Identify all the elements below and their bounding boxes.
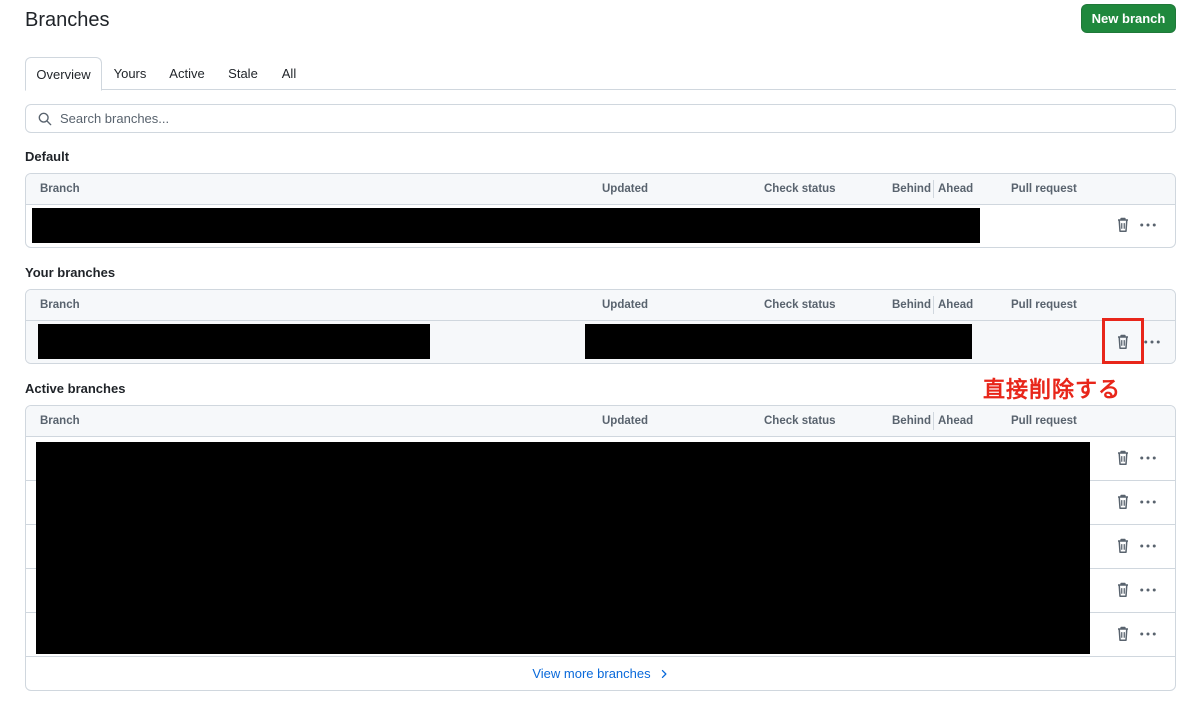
delete-branch-button[interactable]	[1113, 536, 1133, 556]
kebab-horizontal-icon	[1140, 500, 1156, 504]
column-updated: Updated	[602, 299, 648, 311]
column-check-status: Check status	[764, 183, 836, 195]
branch-options-button[interactable]	[1138, 580, 1158, 600]
column-ahead: Ahead	[938, 415, 974, 427]
kebab-horizontal-icon	[1140, 544, 1156, 548]
kebab-horizontal-icon	[1140, 456, 1156, 460]
trash-icon	[1118, 626, 1128, 641]
delete-branch-button[interactable]	[1113, 215, 1133, 235]
branch-filter-tabs: Overview Yours Active Stale All	[25, 57, 1176, 91]
redacted-content	[38, 324, 430, 359]
search-input[interactable]	[60, 111, 1060, 126]
branch-options-button[interactable]	[1138, 448, 1158, 468]
chevron-right-icon	[661, 669, 667, 678]
annotation-highlight-box	[1102, 318, 1144, 364]
trash-icon	[1118, 450, 1128, 465]
column-separator	[933, 180, 934, 198]
redacted-content	[36, 442, 1090, 654]
branch-options-button[interactable]	[1138, 536, 1158, 556]
column-check-status: Check status	[764, 299, 836, 311]
view-more-label: View more branches	[532, 666, 651, 681]
table-row	[26, 321, 1175, 363]
table-row	[26, 205, 1175, 247]
kebab-horizontal-icon	[1140, 632, 1156, 636]
delete-branch-button[interactable]	[1113, 448, 1133, 468]
column-pull-request: Pull request	[1011, 183, 1077, 195]
default-branch-table: Branch Updated Check status Behind Ahead…	[25, 173, 1176, 248]
column-behind: Behind	[892, 299, 931, 311]
column-check-status: Check status	[764, 415, 836, 427]
trash-icon	[1118, 217, 1128, 232]
delete-branch-button[interactable]	[1113, 624, 1133, 644]
column-pull-request: Pull request	[1011, 415, 1077, 427]
kebab-horizontal-icon	[1140, 588, 1156, 592]
kebab-horizontal-icon	[1140, 223, 1156, 227]
table-header: Branch Updated Check status Behind Ahead…	[26, 290, 1175, 321]
new-branch-button[interactable]: New branch	[1081, 4, 1176, 33]
tab-stale[interactable]: Stale	[223, 57, 263, 90]
delete-branch-button[interactable]	[1113, 492, 1133, 512]
trash-icon	[1118, 582, 1128, 597]
column-branch: Branch	[40, 299, 80, 311]
column-behind: Behind	[892, 183, 931, 195]
column-separator	[933, 296, 934, 314]
page-title: Branches	[25, 9, 110, 31]
section-title-active-branches: Active branches	[25, 381, 126, 396]
annotation-text: 直接削除する	[983, 378, 1122, 403]
column-ahead: Ahead	[938, 183, 974, 195]
active-branches-table: Branch Updated Check status Behind Ahead…	[25, 405, 1176, 691]
redacted-content	[585, 324, 972, 359]
delete-branch-button[interactable]	[1113, 580, 1133, 600]
kebab-horizontal-icon	[1144, 340, 1160, 344]
branch-options-button[interactable]	[1138, 215, 1158, 235]
table-header: Branch Updated Check status Behind Ahead…	[26, 406, 1175, 437]
section-title-default: Default	[25, 149, 70, 164]
trash-icon	[1118, 538, 1128, 553]
search-box	[25, 104, 1176, 133]
your-branches-table: Branch Updated Check status Behind Ahead…	[25, 289, 1176, 364]
branch-options-button[interactable]	[1142, 332, 1162, 352]
redacted-content	[32, 208, 980, 243]
column-updated: Updated	[602, 183, 648, 195]
trash-icon	[1118, 494, 1128, 509]
column-ahead: Ahead	[938, 299, 974, 311]
view-more-branches-link[interactable]: View more branches	[26, 656, 1175, 690]
tab-all[interactable]: All	[276, 57, 302, 90]
column-pull-request: Pull request	[1011, 299, 1077, 311]
search-icon	[38, 112, 52, 125]
tab-yours[interactable]: Yours	[107, 57, 153, 90]
column-branch: Branch	[40, 183, 80, 195]
branch-options-button[interactable]	[1138, 624, 1158, 644]
column-separator	[933, 412, 934, 430]
branch-options-button[interactable]	[1138, 492, 1158, 512]
column-branch: Branch	[40, 415, 80, 427]
column-behind: Behind	[892, 415, 931, 427]
tab-active[interactable]: Active	[164, 57, 210, 90]
tab-overview[interactable]: Overview	[25, 57, 102, 91]
column-updated: Updated	[602, 415, 648, 427]
table-header: Branch Updated Check status Behind Ahead…	[26, 174, 1175, 205]
section-title-your-branches: Your branches	[25, 265, 116, 280]
